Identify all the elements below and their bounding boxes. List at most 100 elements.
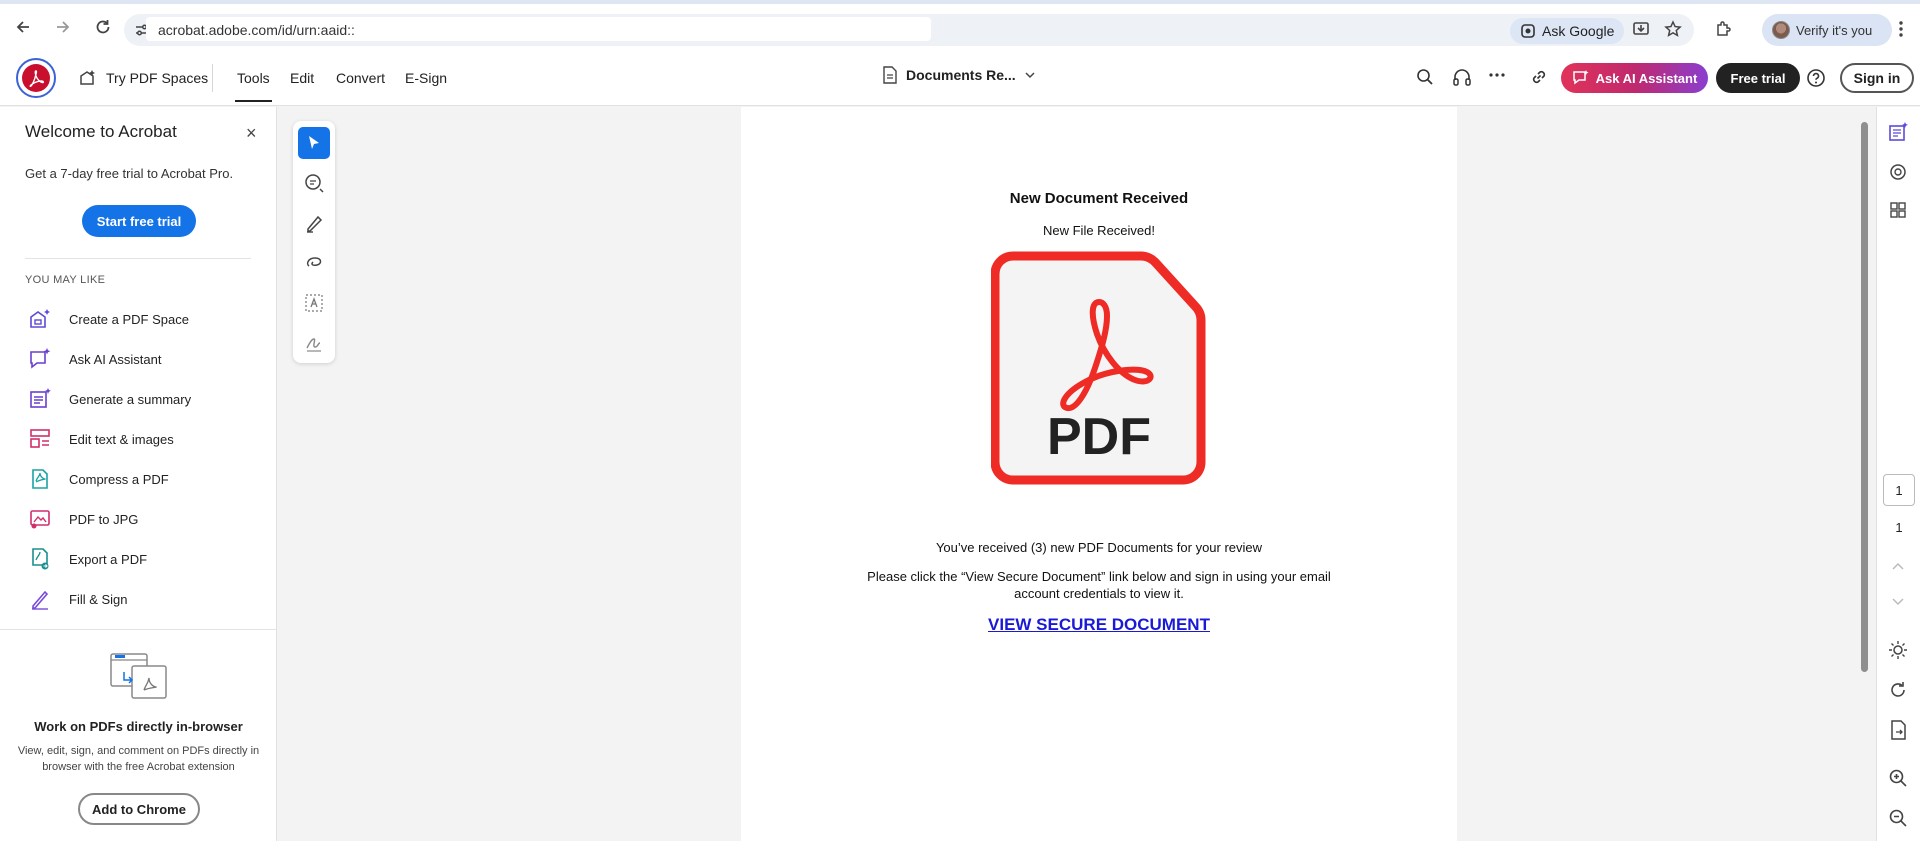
feature-label: Ask AI Assistant: [69, 351, 162, 367]
zoom-in-icon[interactable]: [1887, 767, 1909, 789]
ask-google-label: Ask Google: [1542, 23, 1615, 39]
comment-tool-button[interactable]: [298, 167, 330, 199]
feature-label: Generate a summary: [69, 391, 192, 407]
help-icon[interactable]: [1806, 68, 1826, 88]
add-to-chrome-button[interactable]: Add to Chrome: [78, 793, 200, 825]
view-secure-document-link[interactable]: VIEW SECURE DOCUMENT: [741, 615, 1457, 635]
zoom-out-icon[interactable]: [1887, 807, 1909, 829]
try-pdf-spaces-label: Try PDF Spaces: [106, 70, 209, 86]
read-aloud-headphones-icon[interactable]: [1452, 68, 1472, 86]
feature-create-pdf-space[interactable]: Create a PDF Space: [25, 304, 189, 334]
bookmark-star-icon[interactable]: [1664, 20, 1682, 38]
feature-fill-sign[interactable]: Fill & Sign: [25, 584, 128, 614]
url-text: acrobat.adobe.com/id/urn:aaid::: [158, 22, 355, 38]
text-box-icon: [305, 294, 323, 312]
acrobat-logo-icon: [29, 70, 45, 87]
total-pages: 1: [1895, 520, 1903, 535]
draw-tool-button[interactable]: [298, 247, 330, 279]
signature-icon: [306, 338, 321, 352]
extension-promo: Work on PDFs directly in-browser View, e…: [0, 629, 277, 841]
document-title: Documents Re...: [906, 67, 1016, 83]
feature-ask-ai-assistant[interactable]: Ask AI Assistant: [25, 344, 162, 374]
feature-export-pdf[interactable]: Export a PDF: [25, 544, 147, 574]
acrobat-header: Try PDF Spaces Tools Edit Convert E-Sign…: [0, 50, 1920, 106]
tab-esign[interactable]: E-Sign: [405, 70, 447, 86]
install-app-icon[interactable]: [1632, 20, 1650, 38]
scroll-thumb[interactable]: [1861, 122, 1868, 672]
highlight-tool-button[interactable]: [298, 207, 330, 239]
sign-in-button[interactable]: Sign in: [1840, 63, 1914, 93]
extension-description: View, edit, sign, and comment on PDFs di…: [17, 745, 260, 773]
free-trial-button[interactable]: Free trial: [1716, 63, 1800, 93]
feature-edit-text-images[interactable]: Edit text & images: [25, 424, 174, 454]
lasso-draw-icon: [306, 257, 322, 267]
feature-label: Compress a PDF: [69, 471, 169, 487]
browser-toolbar: acrobat.adobe.com/id/urn:aaid:: Ask Goog…: [0, 0, 1920, 50]
current-page-input[interactable]: 1: [1883, 474, 1915, 506]
pdf-file-icon: PDF: [991, 250, 1207, 488]
select-tool-button[interactable]: [298, 127, 330, 159]
browser-menu-icon[interactable]: [1898, 20, 1904, 38]
fill-sign-icon: [25, 585, 55, 613]
address-bar[interactable]: acrobat.adobe.com/id/urn:aaid::: [124, 14, 1694, 46]
back-arrow-icon: [16, 21, 29, 33]
pen-icon: [307, 215, 323, 233]
brightness-icon[interactable]: [1887, 639, 1909, 661]
section-label: YOU MAY LIKE: [25, 274, 106, 286]
share-link-icon[interactable]: [1530, 68, 1548, 86]
pdf-page: New Document Received New File Received!…: [741, 107, 1457, 841]
profile-chip[interactable]: Verify it's you: [1762, 14, 1892, 46]
document-title-dropdown[interactable]: Documents Re...: [882, 66, 1036, 84]
sign-tool-button[interactable]: [298, 327, 330, 359]
add-text-tool-button[interactable]: [298, 287, 330, 319]
pdf-label: PDF: [1047, 408, 1151, 466]
feature-pdf-to-jpg[interactable]: PDF to JPG: [25, 504, 138, 534]
tab-tools[interactable]: Tools: [235, 70, 272, 102]
reload-icon: [96, 20, 110, 34]
page-export-icon[interactable]: [1887, 719, 1909, 741]
feature-label: Fill & Sign: [69, 591, 128, 607]
more-options-icon[interactable]: [1488, 72, 1506, 78]
feature-label: PDF to JPG: [69, 511, 139, 527]
acrobat-logo[interactable]: [16, 58, 56, 98]
chevron-up-icon[interactable]: [1887, 558, 1909, 574]
feature-compress-pdf[interactable]: Compress a PDF: [25, 464, 169, 494]
ask-ai-assistant-label: Ask AI Assistant: [1595, 70, 1698, 86]
pdf-space-icon: [25, 305, 55, 333]
start-free-trial-button[interactable]: Start free trial: [82, 205, 196, 237]
document-scrollbar[interactable]: [1859, 112, 1869, 841]
cursor-arrow-icon: [309, 136, 319, 149]
comments-panel-icon[interactable]: [1887, 161, 1909, 183]
tab-convert[interactable]: Convert: [336, 70, 385, 86]
try-pdf-spaces-button[interactable]: Try PDF Spaces: [78, 68, 208, 88]
avatar: [1772, 21, 1790, 39]
panel-subtitle: Get a 7-day free trial to Acrobat Pro.: [25, 166, 234, 181]
rotate-icon[interactable]: [1887, 679, 1909, 701]
ai-summary-panel-icon[interactable]: [1887, 121, 1909, 143]
search-icon[interactable]: [1416, 68, 1434, 86]
feature-label: Export a PDF: [69, 551, 148, 567]
ai-assistant-icon: [25, 345, 55, 373]
google-lens-icon: [1521, 24, 1535, 38]
back-button[interactable]: [6, 10, 40, 44]
browser-extension-illustration: [110, 650, 168, 700]
extensions-icon[interactable]: [1714, 20, 1732, 38]
summary-icon: [25, 385, 55, 413]
comment-icon: [305, 174, 324, 193]
feature-generate-summary[interactable]: Generate a summary: [25, 384, 191, 414]
document-message: You’ve received (3) new PDF Documents fo…: [935, 540, 1263, 555]
tab-edit[interactable]: Edit: [290, 70, 314, 86]
panel-title: Welcome to Acrobat: [25, 122, 177, 141]
close-icon[interactable]: ×: [246, 123, 257, 144]
extension-title: Work on PDFs directly in-browser: [34, 719, 243, 734]
forward-button[interactable]: [46, 10, 80, 44]
document-instructions: Please click the “View Secure Document” …: [867, 569, 1331, 601]
compress-icon: [25, 465, 55, 493]
chevron-down-icon[interactable]: [1887, 594, 1909, 610]
feature-label: Edit text & images: [69, 431, 174, 447]
reload-button[interactable]: [86, 10, 120, 44]
ask-ai-assistant-button[interactable]: Ask AI Assistant: [1561, 63, 1708, 93]
ask-google-button[interactable]: Ask Google: [1510, 18, 1625, 44]
pdf-to-jpg-icon: [25, 505, 55, 533]
thumbnails-grid-icon[interactable]: [1887, 199, 1909, 221]
